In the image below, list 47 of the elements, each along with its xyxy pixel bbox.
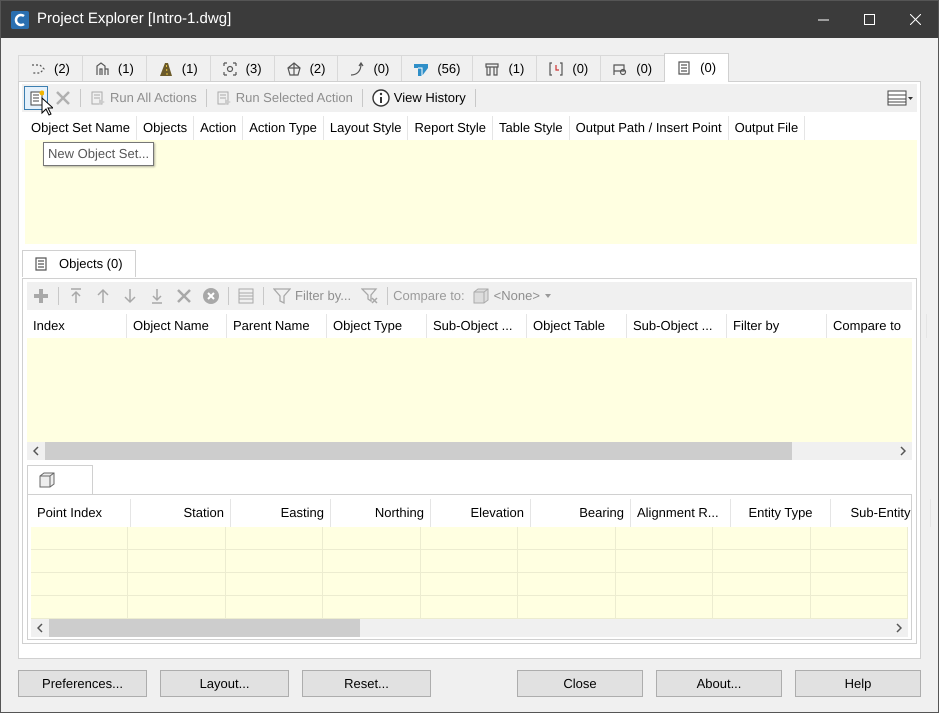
bracket-icon (548, 60, 564, 76)
list-icon (676, 60, 692, 76)
table-layout-icon (887, 90, 913, 106)
horizontal-scrollbar[interactable] (27, 442, 912, 460)
list-icon (33, 256, 49, 272)
filter-icon (273, 286, 291, 304)
scroll-left-icon[interactable] (37, 623, 43, 633)
run-list-icon (90, 90, 106, 106)
clear-filter-icon (361, 286, 380, 304)
info-icon (372, 89, 390, 107)
cube-icon (38, 470, 56, 488)
horizontal-scrollbar[interactable] (31, 619, 908, 637)
run-list-icon (216, 90, 232, 106)
building-icon (94, 60, 110, 76)
window-title: Project Explorer [Intro-1.dwg] (37, 9, 232, 30)
close-icon (910, 14, 920, 25)
delete-icon (175, 286, 193, 304)
dialog-button[interactable]: Close (517, 670, 643, 697)
scroll-right-icon[interactable] (900, 446, 906, 456)
scroll-right-icon[interactable] (896, 623, 902, 633)
compare-label: Compare to: (393, 286, 465, 305)
toolbar-button[interactable]: View History (368, 86, 470, 110)
cube-tab[interactable] (27, 464, 93, 494)
tooltip: New Object Set... (43, 142, 154, 166)
scroll-left-icon[interactable] (33, 446, 39, 456)
pentagon-icon (286, 60, 302, 76)
app-logo-icon (11, 10, 29, 28)
new-list-icon (28, 90, 44, 106)
grid-icon (222, 60, 238, 76)
structure-icon (484, 60, 500, 76)
caret-icon (544, 292, 552, 298)
dialog-button[interactable]: Help (795, 670, 921, 697)
objects-tab[interactable]: Objects (0) (22, 250, 136, 277)
tab[interactable]: (2) (18, 55, 83, 81)
table-icon (237, 286, 255, 304)
add-icon (32, 286, 50, 304)
dialog-button[interactable]: About... (656, 670, 782, 697)
delete-icon (55, 90, 71, 106)
tab[interactable]: (0) (664, 53, 730, 82)
dialog-button[interactable]: Preferences... (18, 670, 147, 697)
dialog-button[interactable]: Layout... (160, 670, 289, 697)
curve-arrow-icon (349, 60, 366, 76)
remove-icon (202, 286, 220, 304)
dialog-button[interactable]: Reset... (302, 670, 431, 697)
road-icon (158, 60, 174, 76)
cube-icon (472, 286, 490, 304)
maximize-icon (864, 14, 874, 25)
